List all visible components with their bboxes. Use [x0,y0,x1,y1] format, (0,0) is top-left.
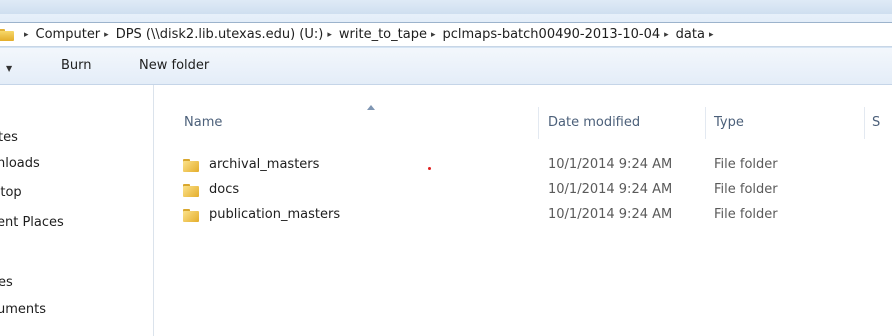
breadcrumb-computer[interactable]: Computer [36,27,101,42]
table-row[interactable]: publication_masters 10/1/2014 9:24 AM Fi… [174,206,874,226]
folder-icon [0,28,14,41]
command-toolbar: ▼ Burn New folder [0,48,892,85]
file-name[interactable]: publication_masters [209,207,340,222]
column-divider[interactable] [864,107,865,139]
breadcrumb-data[interactable]: data [676,27,705,42]
navigation-pane: tes nloads :top ent Places es uments [0,85,154,336]
nav-item-favorites[interactable]: tes [0,130,18,145]
folder-icon [183,158,199,172]
dropdown-arrow-icon[interactable]: ▼ [6,64,12,73]
column-header-date-modified[interactable]: Date modified [548,115,640,130]
column-divider[interactable] [538,107,539,139]
sort-ascending-icon [367,105,375,110]
file-type: File folder [714,182,778,197]
address-bar: ▸ Computer ▸ DPS (\\disk2.lib.utexas.edu… [0,14,892,49]
file-type: File folder [714,157,778,172]
chevron-right-icon[interactable]: ▸ [664,30,669,40]
column-divider[interactable] [705,107,706,139]
nav-item-documents[interactable]: uments [0,302,46,317]
nav-item-desktop[interactable]: :top [0,185,22,200]
chevron-right-icon[interactable]: ▸ [431,30,436,40]
chevron-right-icon[interactable]: ▸ [709,30,714,40]
column-header-name[interactable]: Name [184,115,222,130]
burn-button[interactable]: Burn [61,58,92,73]
file-date-modified: 10/1/2014 9:24 AM [548,157,673,172]
folder-icon [183,183,199,197]
column-header-type[interactable]: Type [714,115,744,130]
chevron-right-icon[interactable]: ▸ [327,30,332,40]
breadcrumb-batch[interactable]: pclmaps-batch00490-2013-10-04 [442,27,660,42]
column-header-size[interactable]: S [872,115,880,130]
file-name[interactable]: docs [209,182,239,197]
file-type: File folder [714,207,778,222]
chevron-right-icon[interactable]: ▸ [104,30,109,40]
file-date-modified: 10/1/2014 9:24 AM [548,207,673,222]
chevron-right-icon[interactable]: ▸ [24,30,29,40]
nav-item-recent-places[interactable]: ent Places [0,215,64,230]
nav-item-libraries[interactable]: es [0,275,13,290]
nav-item-downloads[interactable]: nloads [0,156,40,171]
folder-icon [183,208,199,222]
table-row[interactable]: docs 10/1/2014 9:24 AM File folder [174,181,874,201]
file-name[interactable]: archival_masters [209,157,319,172]
red-dot-marker [428,167,431,170]
file-list: Name Date modified Type S archival_maste… [154,85,892,336]
window-top-strip [0,0,892,14]
new-folder-button[interactable]: New folder [139,58,209,73]
breadcrumb-drive[interactable]: DPS (\\disk2.lib.utexas.edu) (U:) [116,27,324,42]
breadcrumb-write-to-tape[interactable]: write_to_tape [339,27,427,42]
file-date-modified: 10/1/2014 9:24 AM [548,182,673,197]
address-field[interactable]: ▸ Computer ▸ DPS (\\disk2.lib.utexas.edu… [0,22,892,47]
table-row[interactable]: archival_masters 10/1/2014 9:24 AM File … [174,156,874,176]
